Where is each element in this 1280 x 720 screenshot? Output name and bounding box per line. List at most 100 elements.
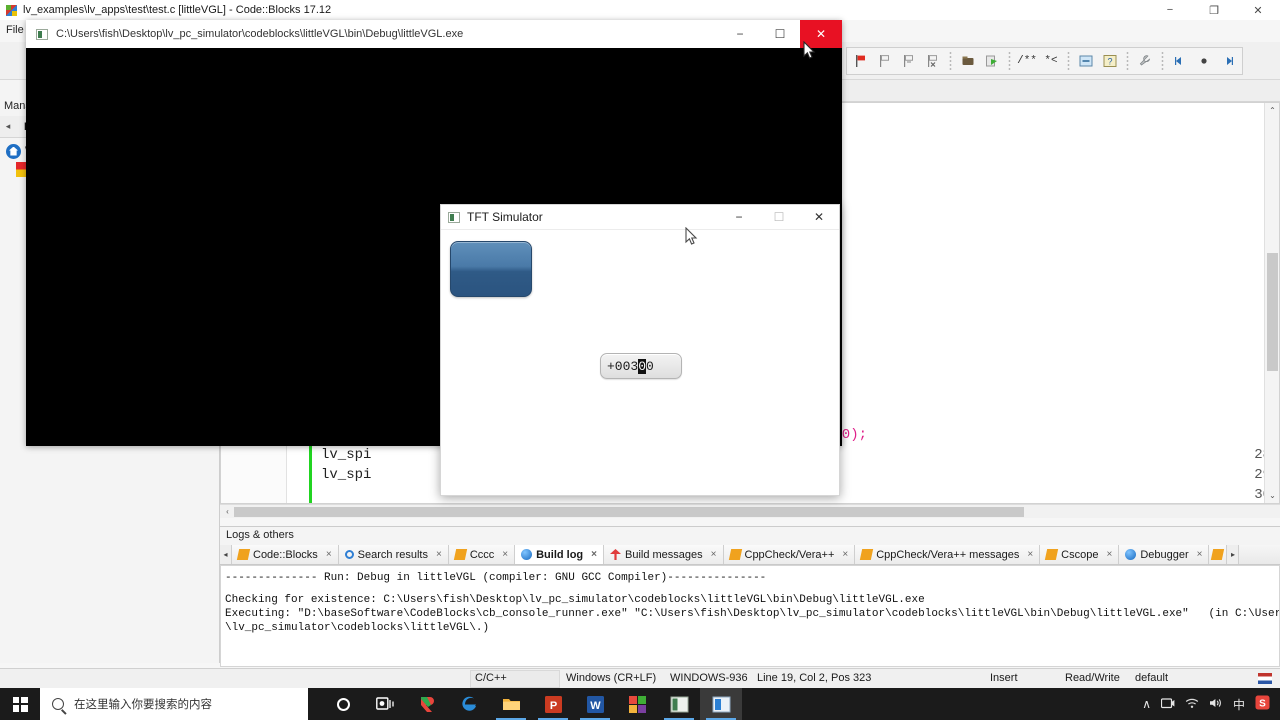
lv-textarea-text-before: +003 — [607, 358, 639, 374]
editor-vertical-scroll-thumb[interactable] — [1267, 253, 1278, 371]
volume-icon[interactable] — [1209, 697, 1223, 712]
lv-textarea[interactable]: +003 0 0 — [600, 353, 682, 379]
scroll-left-arrow-icon[interactable]: ‹ — [220, 504, 235, 518]
editor-horizontal-scroll-thumb[interactable] — [234, 507, 1024, 517]
lv-button[interactable] — [450, 241, 532, 297]
status-profile: default — [1135, 672, 1169, 684]
console-app-icon[interactable] — [658, 688, 700, 720]
uncomment-icon[interactable]: *< — [1040, 50, 1062, 72]
log-tab-close-icon[interactable]: × — [711, 549, 717, 560]
network-icon[interactable] — [1185, 697, 1199, 712]
next-instruction-icon[interactable] — [981, 50, 1003, 72]
ide-window-controls: − ❐ ✕ — [1148, 0, 1280, 20]
store-icon[interactable] — [616, 688, 658, 720]
log-tab-close-icon[interactable]: × — [326, 549, 332, 560]
log-tab-close-icon[interactable]: × — [1027, 549, 1033, 560]
wps-icon[interactable] — [406, 688, 448, 720]
file-explorer-icon[interactable] — [490, 688, 532, 720]
ime-icon[interactable]: 中 — [1233, 696, 1245, 713]
step-out-icon[interactable] — [957, 50, 979, 72]
sogou-icon[interactable]: S — [1255, 695, 1270, 713]
log-tab-label: Build messages — [625, 548, 703, 561]
log-tab-label: CppCheck/Vera++ — [744, 548, 835, 561]
ide-maximize-button[interactable]: ❐ — [1192, 0, 1236, 20]
log-tab-cppcheck-vera[interactable]: CppCheck/Vera++ × — [723, 545, 856, 564]
management-nav-left[interactable]: ◂ — [0, 121, 16, 132]
scroll-down-arrow-icon[interactable]: ⌄ — [1265, 488, 1279, 503]
log-tab-close-icon[interactable]: × — [591, 549, 597, 560]
ide-minimize-button[interactable]: − — [1148, 0, 1192, 20]
codeblocks-icon[interactable] — [700, 688, 742, 720]
ide-titlebar: lv_examples\lv_apps\test\test.c [littleV… — [0, 0, 1280, 20]
console-maximize-button[interactable]: ☐ — [760, 20, 800, 48]
console-window-controls: − ☐ ✕ — [720, 20, 842, 48]
log-tab-label: Search results — [357, 548, 428, 561]
log-tab-debugger[interactable]: Debugger × — [1119, 545, 1210, 564]
ide-close-button[interactable]: ✕ — [1236, 0, 1280, 20]
log-tab-close-icon[interactable]: × — [842, 549, 848, 560]
logs-panel: Logs & others ◂ Code::Blocks × Search re… — [220, 526, 1280, 667]
step-into-icon[interactable] — [922, 50, 944, 72]
console-close-button[interactable]: ✕ — [800, 20, 842, 48]
log-tab-cppcheck-vera-messages[interactable]: CppCheck/Vera++ messages × — [855, 545, 1041, 564]
camera-icon[interactable] — [1160, 697, 1175, 712]
prev-changed-line-icon[interactable] — [1169, 50, 1191, 72]
log-tab-cscope[interactable]: Cscope × — [1040, 545, 1120, 564]
editor-vertical-scrollbar[interactable]: ⌃ ⌄ — [1264, 103, 1279, 503]
toggle-comment-icon[interactable] — [1075, 50, 1097, 72]
log-tab-label: Build log — [536, 548, 584, 561]
tft-close-button[interactable]: ✕ — [799, 205, 839, 229]
run-to-cursor-icon[interactable] — [874, 50, 896, 72]
show-hidden-icons[interactable]: ∧ — [1142, 697, 1151, 711]
comment-icon[interactable]: /** — [1016, 50, 1038, 72]
toolbar-separator — [1124, 51, 1131, 71]
ide-statusbar: C/C++ Windows (CR+LF) WINDOWS-936 Line 1… — [0, 668, 1280, 688]
next-line-icon[interactable] — [898, 50, 920, 72]
tft-simulator-window: TFT Simulator − ☐ ✕ +003 0 0 — [440, 204, 840, 496]
log-tab-build-log[interactable]: Build log × — [515, 545, 604, 564]
bookmark-icon[interactable] — [1193, 50, 1215, 72]
build-icon — [521, 549, 533, 560]
windows-start-icon[interactable] — [0, 688, 40, 720]
log-tab-close-icon[interactable]: × — [1106, 549, 1112, 560]
toolbar-separator — [1159, 51, 1166, 71]
log-tab-close-icon[interactable]: × — [502, 549, 508, 560]
help-icon[interactable]: ? — [1099, 50, 1121, 72]
log-tab-search-results[interactable]: Search results × — [338, 545, 449, 564]
log-tab-codeblocks[interactable]: Code::Blocks × — [232, 545, 339, 564]
tft-maximize-button[interactable]: ☐ — [759, 205, 799, 229]
console-minimize-button[interactable]: − — [720, 20, 760, 48]
logs-caption: Logs & others — [226, 529, 294, 541]
taskbar-search-input[interactable]: 在这里输入你要搜索的内容 — [40, 688, 308, 720]
edge-icon[interactable] — [448, 688, 490, 720]
console-app-icon — [36, 28, 48, 40]
editor-icon — [1045, 549, 1059, 560]
taskbar-app-list: P W — [322, 688, 742, 720]
log-line: Executing: "D:\baseSoftware\CodeBlocks\c… — [225, 608, 1280, 620]
next-changed-line-icon[interactable] — [1217, 50, 1239, 72]
logs-tab-next-button[interactable]: ▸ — [1227, 545, 1240, 564]
editor-horizontal-scrollbar[interactable]: ‹ — [220, 504, 1280, 518]
log-tab-overflow[interactable] — [1209, 545, 1228, 564]
log-tab-cccc[interactable]: Cccc × — [448, 545, 516, 564]
log-tab-close-icon[interactable]: × — [1197, 549, 1203, 560]
tft-canvas[interactable]: +003 0 0 — [441, 229, 839, 495]
workspace-icon — [6, 143, 21, 159]
powerpoint-icon[interactable]: P — [532, 688, 574, 720]
status-line-ending: Windows (CR+LF) — [566, 672, 657, 684]
task-view-icon[interactable] — [364, 688, 406, 720]
word-icon[interactable]: W — [574, 688, 616, 720]
log-tab-close-icon[interactable]: × — [436, 549, 442, 560]
build-log-output[interactable]: -------------- Run: Debug in littleVGL (… — [220, 565, 1280, 667]
menu-file[interactable]: File — [6, 24, 24, 36]
keyboard-layout-icon[interactable] — [1258, 673, 1272, 684]
scroll-up-arrow-icon[interactable]: ⌃ — [1265, 103, 1279, 118]
status-caret-position: Line 19, Col 2, Pos 323 — [757, 672, 872, 684]
cortana-icon[interactable] — [322, 688, 364, 720]
tft-minimize-button[interactable]: − — [719, 205, 759, 229]
editor-icon — [453, 549, 467, 560]
log-tab-build-messages[interactable]: Build messages × — [604, 545, 724, 564]
logs-tab-prev-button[interactable]: ◂ — [220, 545, 232, 564]
debug-tools-icon[interactable] — [1134, 50, 1156, 72]
breakpoint-flag-icon[interactable] — [850, 50, 872, 72]
